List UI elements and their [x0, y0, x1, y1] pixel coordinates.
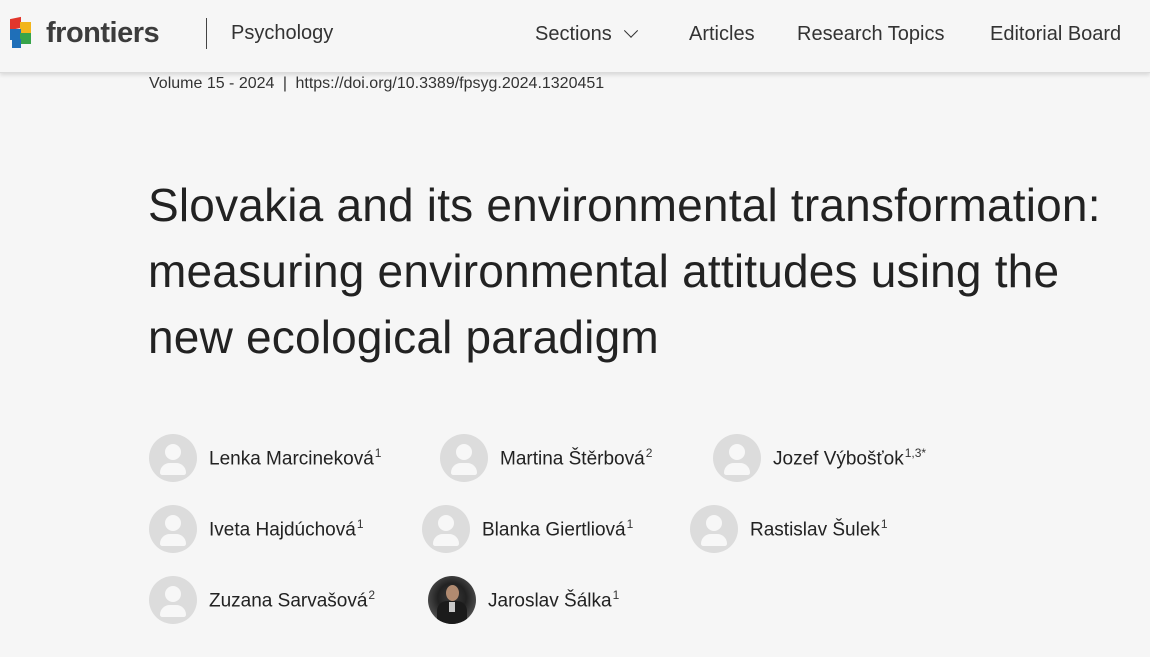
- article-title: Slovakia and its environmental transform…: [148, 179, 1101, 363]
- nav-articles[interactable]: Articles: [689, 23, 755, 46]
- affiliation-number: 1: [880, 516, 888, 531]
- author-name: Blanka Giertliová1: [482, 516, 634, 541]
- brand-name: frontiers: [46, 17, 160, 49]
- header-divider: [206, 18, 207, 49]
- author-name: Lenka Marcineková1: [209, 445, 382, 470]
- author-name: Jaroslav Šálka1: [488, 587, 620, 612]
- nav-editorial-board[interactable]: Editorial Board: [990, 23, 1121, 46]
- author-item[interactable]: Jozef Výbošťok1,3*: [713, 434, 926, 482]
- author-name: Martina Štěrbová2: [500, 445, 653, 470]
- author-name: Rastislav Šulek1: [750, 516, 888, 541]
- nav-editorial-board-label: Editorial Board: [990, 23, 1122, 45]
- author-photo: [428, 576, 476, 624]
- nav-research-topics-label: Research Topics: [797, 23, 945, 45]
- avatar-placeholder-icon: [440, 434, 488, 482]
- affiliation-number: 1: [626, 516, 634, 531]
- doi-link[interactable]: https://doi.org/10.3389/fpsyg.2024.13204…: [295, 75, 604, 92]
- author-item[interactable]: Jaroslav Šálka1: [428, 576, 619, 624]
- author-name: Jozef Výbošťok1,3*: [773, 445, 927, 470]
- affiliation-number: 1: [356, 516, 364, 531]
- site-header: frontiers Psychology Sections Articles R…: [0, 0, 1150, 73]
- nav-articles-label: Articles: [689, 23, 755, 45]
- avatar-placeholder-icon: [422, 505, 470, 553]
- meta-separator: |: [282, 75, 288, 92]
- frontiers-logo-icon: [10, 16, 40, 50]
- author-item[interactable]: Iveta Hajdúchová1: [149, 505, 364, 553]
- affiliation-number: 2: [368, 587, 376, 602]
- affiliation-number: 1,3*: [904, 445, 927, 460]
- affiliation-number: 1: [612, 587, 620, 602]
- author-item[interactable]: Lenka Marcineková1: [149, 434, 381, 482]
- author-item[interactable]: Blanka Giertliová1: [422, 505, 633, 553]
- avatar-placeholder-icon: [713, 434, 761, 482]
- nav-research-topics[interactable]: Research Topics: [797, 23, 944, 46]
- avatar-placeholder-icon: [149, 505, 197, 553]
- volume-label: Volume 15 - 2024: [149, 75, 275, 92]
- affiliation-number: 2: [645, 445, 653, 460]
- author-item[interactable]: Zuzana Sarvašová2: [149, 576, 375, 624]
- author-item[interactable]: Rastislav Šulek1: [690, 505, 888, 553]
- affiliation-number: 1: [374, 445, 382, 460]
- article-meta: Volume 15 - 2024 | https://doi.org/10.33…: [149, 75, 604, 93]
- author-name: Iveta Hajdúchová1: [209, 516, 364, 541]
- avatar-placeholder-icon: [149, 434, 197, 482]
- avatar-placeholder-icon: [690, 505, 738, 553]
- nav-sections-label: Sections: [535, 23, 612, 45]
- avatar-placeholder-icon: [149, 576, 197, 624]
- journal-name[interactable]: Psychology: [231, 22, 333, 45]
- author-name: Zuzana Sarvašová2: [209, 587, 376, 612]
- chevron-down-icon: [623, 23, 638, 38]
- author-item[interactable]: Martina Štěrbová2: [440, 434, 652, 482]
- frontiers-logo[interactable]: frontiers: [10, 16, 160, 50]
- nav-sections[interactable]: Sections: [535, 23, 638, 46]
